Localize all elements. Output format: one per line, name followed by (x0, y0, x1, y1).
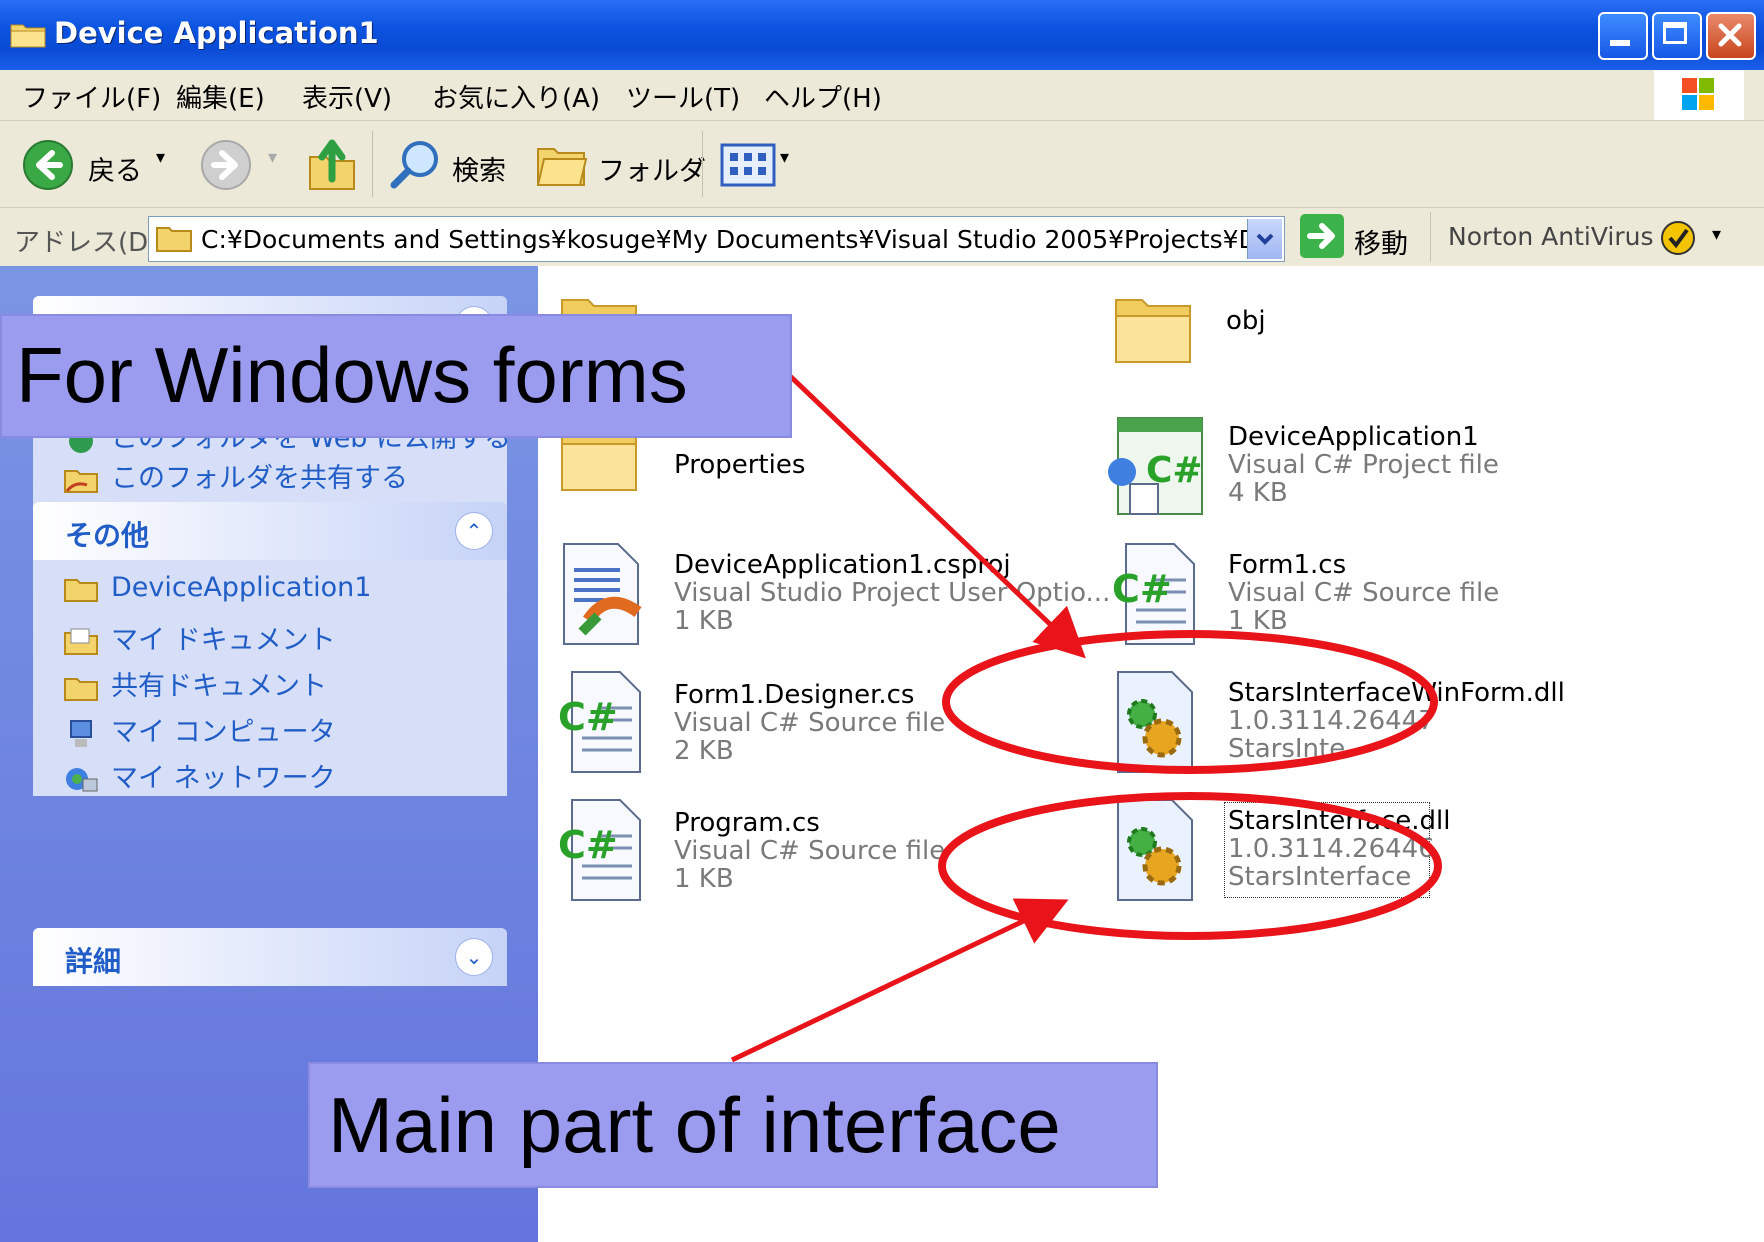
arrow-to-winform (788, 374, 1086, 659)
explorer-window: Device Application1 ファイル(F) 編集(E) 表示(V) … (0, 0, 1764, 1242)
annotation-overlay (730, 374, 1442, 1063)
highlight-ellipse-winform (942, 630, 1438, 774)
arrow-to-interface (730, 898, 1069, 1063)
callout-main-interface: Main part of interface (308, 1062, 1158, 1188)
callout-main-interface-text: Main part of interface (328, 1081, 1061, 1169)
callout-windows-forms-text: For Windows forms (16, 331, 688, 419)
callout-windows-forms: For Windows forms (0, 314, 792, 438)
highlight-ellipse-interface (938, 792, 1442, 940)
